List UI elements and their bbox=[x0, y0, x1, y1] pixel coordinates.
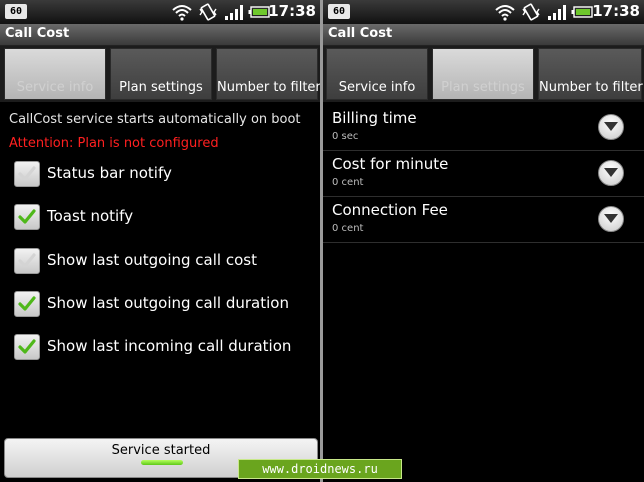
screen-service-info: 60 17:38 Call Cost Service info Plan set… bbox=[0, 0, 320, 482]
tab-label: Number to filter bbox=[539, 80, 643, 95]
pref-connection-fee[interactable]: Connection Fee 0 cent bbox=[323, 196, 644, 243]
signal-icon bbox=[548, 5, 566, 20]
screen-plan-settings: 60 17:38 Call Cost Service info Plan set… bbox=[323, 0, 644, 482]
tab-label: Service info bbox=[16, 80, 94, 95]
status-bar: 60 17:38 bbox=[0, 0, 320, 24]
checkbox[interactable] bbox=[14, 204, 40, 230]
checkbox[interactable] bbox=[14, 248, 40, 274]
checkmark-icon bbox=[18, 339, 36, 354]
checkbox[interactable] bbox=[14, 334, 40, 360]
notification-badge: 60 bbox=[5, 4, 27, 19]
option-label: Show last outgoing call cost bbox=[47, 251, 257, 269]
title-bar: Call Cost bbox=[0, 24, 320, 46]
tab-number-to-filter[interactable]: Number to filter bbox=[216, 48, 320, 100]
watermark: www.droidnews.ru bbox=[238, 459, 402, 479]
checkmark-icon bbox=[18, 166, 36, 181]
pref-value: 0 cent bbox=[332, 177, 364, 188]
tab-label: Number to filter bbox=[217, 80, 320, 95]
clock: 17:38 bbox=[592, 2, 640, 20]
wifi-icon bbox=[495, 5, 515, 21]
pref-value: 0 sec bbox=[332, 131, 359, 142]
chevron-down-icon[interactable] bbox=[598, 160, 624, 186]
battery-icon bbox=[571, 6, 593, 18]
title-bar: Call Cost bbox=[323, 24, 644, 46]
chevron-down-icon[interactable] bbox=[598, 114, 624, 140]
status-bar: 60 17:38 bbox=[323, 0, 644, 24]
chevron-down-icon[interactable] bbox=[598, 206, 624, 232]
signal-icon bbox=[225, 5, 243, 20]
tab-service-info[interactable]: Service info bbox=[4, 48, 106, 100]
pref-cost-for-minute[interactable]: Cost for minute 0 cent bbox=[323, 150, 644, 197]
tab-label: Service info bbox=[338, 80, 416, 95]
option-label: Status bar notify bbox=[47, 164, 172, 182]
pref-title: Connection Fee bbox=[332, 201, 448, 219]
tab-plan-settings[interactable]: Plan settings bbox=[110, 48, 212, 100]
tab-service-info[interactable]: Service info bbox=[326, 48, 428, 100]
checkmark-icon bbox=[18, 209, 36, 224]
service-status-label: Service started bbox=[111, 443, 211, 458]
checkbox[interactable] bbox=[14, 291, 40, 317]
option-label: Show last outgoing call duration bbox=[47, 294, 289, 312]
option-label: Toast notify bbox=[47, 207, 134, 225]
pref-value: 0 cent bbox=[332, 223, 364, 234]
clock: 17:38 bbox=[268, 2, 316, 20]
tab-plan-settings[interactable]: Plan settings bbox=[432, 48, 534, 100]
wifi-icon bbox=[172, 5, 192, 21]
pref-title: Billing time bbox=[332, 109, 417, 127]
option-label: Show last incoming call duration bbox=[47, 337, 292, 355]
tab-bar: Service info Plan settings Number to fil… bbox=[0, 46, 320, 102]
tab-bar: Service info Plan settings Number to fil… bbox=[323, 46, 644, 102]
battery-icon bbox=[248, 6, 270, 18]
checkmark-icon bbox=[18, 253, 36, 268]
pref-title: Cost for minute bbox=[332, 155, 449, 173]
pref-billing-time[interactable]: Billing time 0 sec bbox=[323, 104, 644, 151]
tab-number-to-filter[interactable]: Number to filter bbox=[538, 48, 643, 100]
plan-warning: Attention: Plan is not configured bbox=[9, 136, 219, 151]
vibrate-icon bbox=[522, 3, 540, 21]
checkbox[interactable] bbox=[14, 161, 40, 187]
vibrate-icon bbox=[199, 3, 217, 21]
app-title: Call Cost bbox=[328, 26, 393, 41]
app-title: Call Cost bbox=[5, 26, 70, 41]
service-indicator bbox=[141, 460, 183, 465]
notification-badge: 60 bbox=[328, 4, 350, 19]
tab-label: Plan settings bbox=[119, 80, 203, 95]
checkmark-icon bbox=[18, 296, 36, 311]
service-description: CallCost service starts automatically on… bbox=[9, 112, 301, 127]
tab-label: Plan settings bbox=[441, 80, 525, 95]
